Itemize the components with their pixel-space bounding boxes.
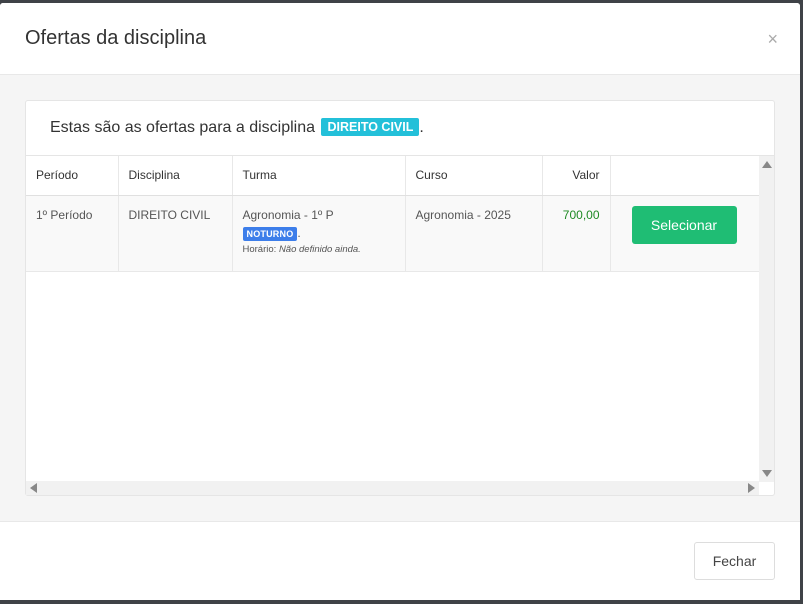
card-title-suffix: . [419,119,424,136]
header-curso: Curso [405,156,543,196]
vertical-scrollbar[interactable] [759,156,774,482]
offers-table-container: Período Disciplina Turma Curso Valor 1º … [26,155,774,495]
offers-modal: Ofertas da disciplina × Estas são as ofe… [0,3,800,600]
cell-disciplina: DIREITO CIVIL [118,195,233,272]
card-intro-text: Estas são as ofertas para a disciplina [50,119,316,136]
modal-header: Ofertas da disciplina × [0,3,800,75]
cell-action: Selecionar [610,195,759,272]
select-offer-button[interactable]: Selecionar [631,205,737,244]
header-actions [610,156,759,196]
scroll-left-icon[interactable] [30,483,37,493]
turno-suffix: . [297,225,301,240]
horario-value: Não definido ainda. [278,243,361,255]
header-valor: Valor [542,156,611,196]
turno-badge: NOTURNO [242,226,298,241]
turma-name: Agronomia - 1º P [242,207,334,222]
offers-card: Estas são as ofertas para a disciplina D… [25,100,775,496]
cell-turma: Agronomia - 1º P NOTURNO. Horário: Não d… [232,195,406,272]
table-viewport: Período Disciplina Turma Curso Valor 1º … [26,156,759,482]
horario-info: Horário: Não definido ainda. [243,244,395,255]
header-turma: Turma [232,156,406,196]
close-button[interactable]: Fechar [694,542,775,580]
scroll-up-icon[interactable] [762,161,772,168]
horario-label: Horário: [242,243,277,255]
card-title: Estas são as ofertas para a disciplina D… [50,118,424,137]
header-periodo: Período [26,156,119,196]
offers-table: Período Disciplina Turma Curso Valor 1º … [26,156,759,272]
cell-curso: Agronomia - 2025 [405,195,543,272]
scroll-right-icon[interactable] [748,483,755,493]
cell-valor: 700,00 [542,195,611,272]
cell-periodo: 1º Período [26,195,119,272]
table-header-row: Período Disciplina Turma Curso Valor [26,156,759,196]
modal-footer: Fechar [0,521,800,600]
modal-title: Ofertas da disciplina [25,27,207,49]
close-icon[interactable]: × [767,29,778,49]
table-row: 1º Período DIREITO CIVIL Agronomia - 1º … [26,195,759,272]
discipline-badge: DIREITO CIVIL [321,118,420,136]
header-disciplina: Disciplina [118,156,233,196]
horizontal-scrollbar[interactable] [26,481,759,495]
scroll-down-icon[interactable] [762,470,772,477]
